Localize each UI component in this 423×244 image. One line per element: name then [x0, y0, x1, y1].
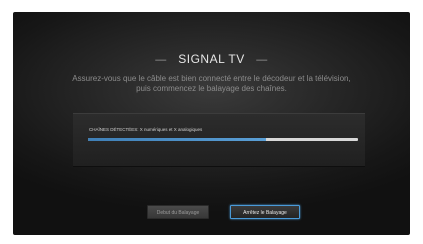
scan-progress-bar [88, 138, 358, 141]
start-scan-button[interactable]: Debut du Balayage [147, 205, 209, 219]
title-text: SIGNAL TV [178, 52, 245, 66]
title-dash-left: — [155, 54, 167, 66]
scan-progress-fill [88, 138, 267, 141]
instruction-line-2: puis commencez le balayage des chaînes. [136, 84, 287, 93]
title-dash-right: — [256, 54, 268, 66]
scan-panel: CHAÎNES DÉTECTÉES: X numériques et X ana… [73, 113, 365, 166]
tv-frame: — SIGNAL TV — Assurez-vous que le câble … [0, 0, 423, 244]
page-title: — SIGNAL TV — [13, 52, 410, 66]
instruction-line-1: Assurez-vous que le câble est bien conne… [72, 74, 351, 83]
stop-scan-button[interactable]: Arrêtez le Balayage [230, 205, 300, 219]
tv-screen: — SIGNAL TV — Assurez-vous que le câble … [13, 12, 410, 235]
instructions: Assurez-vous que le câble est bien conne… [23, 74, 400, 94]
channels-detected-label: CHAÎNES DÉTECTÉES: X numériques et X ana… [89, 127, 203, 132]
